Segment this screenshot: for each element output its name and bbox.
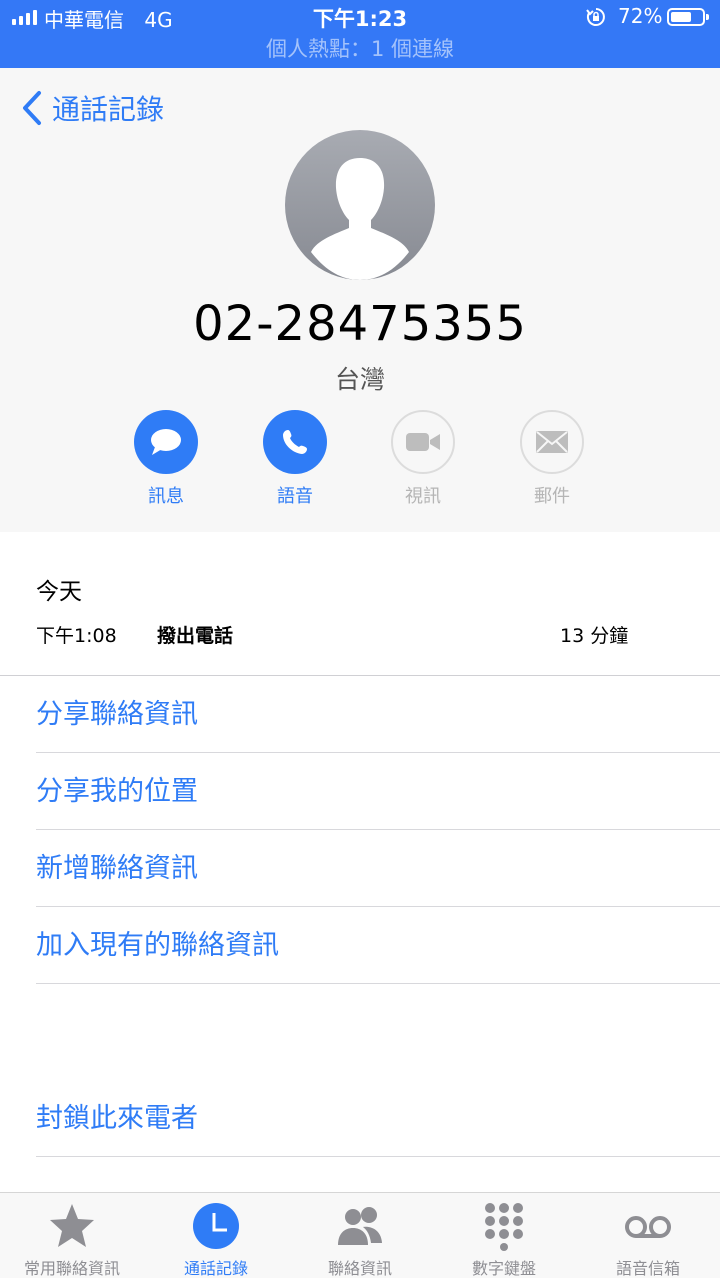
message-bubble-icon <box>151 429 181 455</box>
avatar <box>285 130 435 280</box>
phone-number: 02-28475355 <box>193 296 527 352</box>
add-to-existing-contact-button[interactable]: 加入現有的聯絡資訊 <box>36 907 720 984</box>
battery-nub <box>706 14 709 20</box>
voice-call-action[interactable]: 語音 <box>245 410 345 508</box>
call-time: 下午1:08 <box>36 625 117 647</box>
call-history: 今天 下午1:08 撥出電話 13 分鐘 <box>0 532 720 676</box>
history-day: 今天 <box>36 579 82 605</box>
back-label: 通話記錄 <box>52 93 165 126</box>
tab-keypad-label: 數字鍵盤 <box>471 1259 536 1278</box>
tab-contacts-label: 聯絡資訊 <box>327 1259 392 1278</box>
voicemail-icon <box>625 1216 671 1238</box>
message-button[interactable] <box>134 410 198 474</box>
battery-icon <box>667 8 709 26</box>
battery-percent: 72% <box>618 4 663 28</box>
call-duration: 13 分鐘 <box>560 625 629 647</box>
video-call-button[interactable] <box>391 410 455 474</box>
envelope-icon <box>536 431 568 453</box>
hotspot-banner[interactable]: 個人熱點：1 個連線 <box>0 34 720 68</box>
create-contact-button[interactable]: 新增聯絡資訊 <box>36 830 720 907</box>
tab-contacts[interactable]: 聯絡資訊 <box>288 1193 432 1278</box>
mail-label: 郵件 <box>534 486 570 507</box>
share-location-button[interactable]: 分享我的位置 <box>36 753 720 830</box>
video-call-action[interactable]: 視訊 <box>373 410 473 508</box>
back-button[interactable]: 通話記錄 <box>20 88 164 128</box>
status-row: 中華電信 4G 下午1:23 72% <box>0 0 720 34</box>
block-caller-button[interactable]: 封鎖此來電者 <box>36 1080 720 1157</box>
battery-fill <box>671 12 692 22</box>
tab-bar: 常用聯絡資訊 通話記錄 聯絡資訊 數字鍵盤 語音信箱 <box>0 1192 720 1278</box>
star-icon <box>50 1204 94 1247</box>
tab-recents[interactable]: 通話記錄 <box>144 1193 288 1278</box>
mail-action[interactable]: 郵件 <box>502 410 602 508</box>
keypad-icon <box>485 1203 523 1251</box>
call-type: 撥出電話 <box>157 625 234 647</box>
message-label: 訊息 <box>148 486 184 507</box>
chevron-left-icon <box>23 91 41 125</box>
status-bar: 中華電信 4G 下午1:23 72% 個人熱點：1 個連線 <box>0 0 720 68</box>
voice-call-button[interactable] <box>263 410 327 474</box>
video-camera-icon <box>406 433 440 451</box>
mail-button[interactable] <box>520 410 584 474</box>
tab-voicemail-label: 語音信箱 <box>615 1259 680 1278</box>
voice-call-label: 語音 <box>277 486 313 507</box>
share-contact-button[interactable]: 分享聯絡資訊 <box>36 676 720 753</box>
tab-keypad[interactable]: 數字鍵盤 <box>432 1193 576 1278</box>
tab-favorites[interactable]: 常用聯絡資訊 <box>0 1193 144 1278</box>
video-call-label: 視訊 <box>405 486 441 507</box>
person-silhouette-icon <box>311 158 409 280</box>
tab-voicemail[interactable]: 語音信箱 <box>576 1193 720 1278</box>
number-location: 台灣 <box>334 365 385 394</box>
phone-icon <box>283 430 307 454</box>
rotation-lock-icon <box>586 8 605 26</box>
contact-header: 通話記錄 02-28475355 台灣 訊息 語音 視訊 郵件 <box>0 68 720 532</box>
clock-icon <box>193 1203 239 1249</box>
tab-recents-label: 通話記錄 <box>183 1259 248 1278</box>
contacts-icon <box>338 1207 382 1245</box>
message-action[interactable]: 訊息 <box>116 410 216 508</box>
status-time: 下午1:23 <box>312 7 408 31</box>
options-menu: 分享聯絡資訊 分享我的位置 新增聯絡資訊 加入現有的聯絡資訊 <box>36 676 720 984</box>
tab-favorites-label: 常用聯絡資訊 <box>23 1259 120 1278</box>
